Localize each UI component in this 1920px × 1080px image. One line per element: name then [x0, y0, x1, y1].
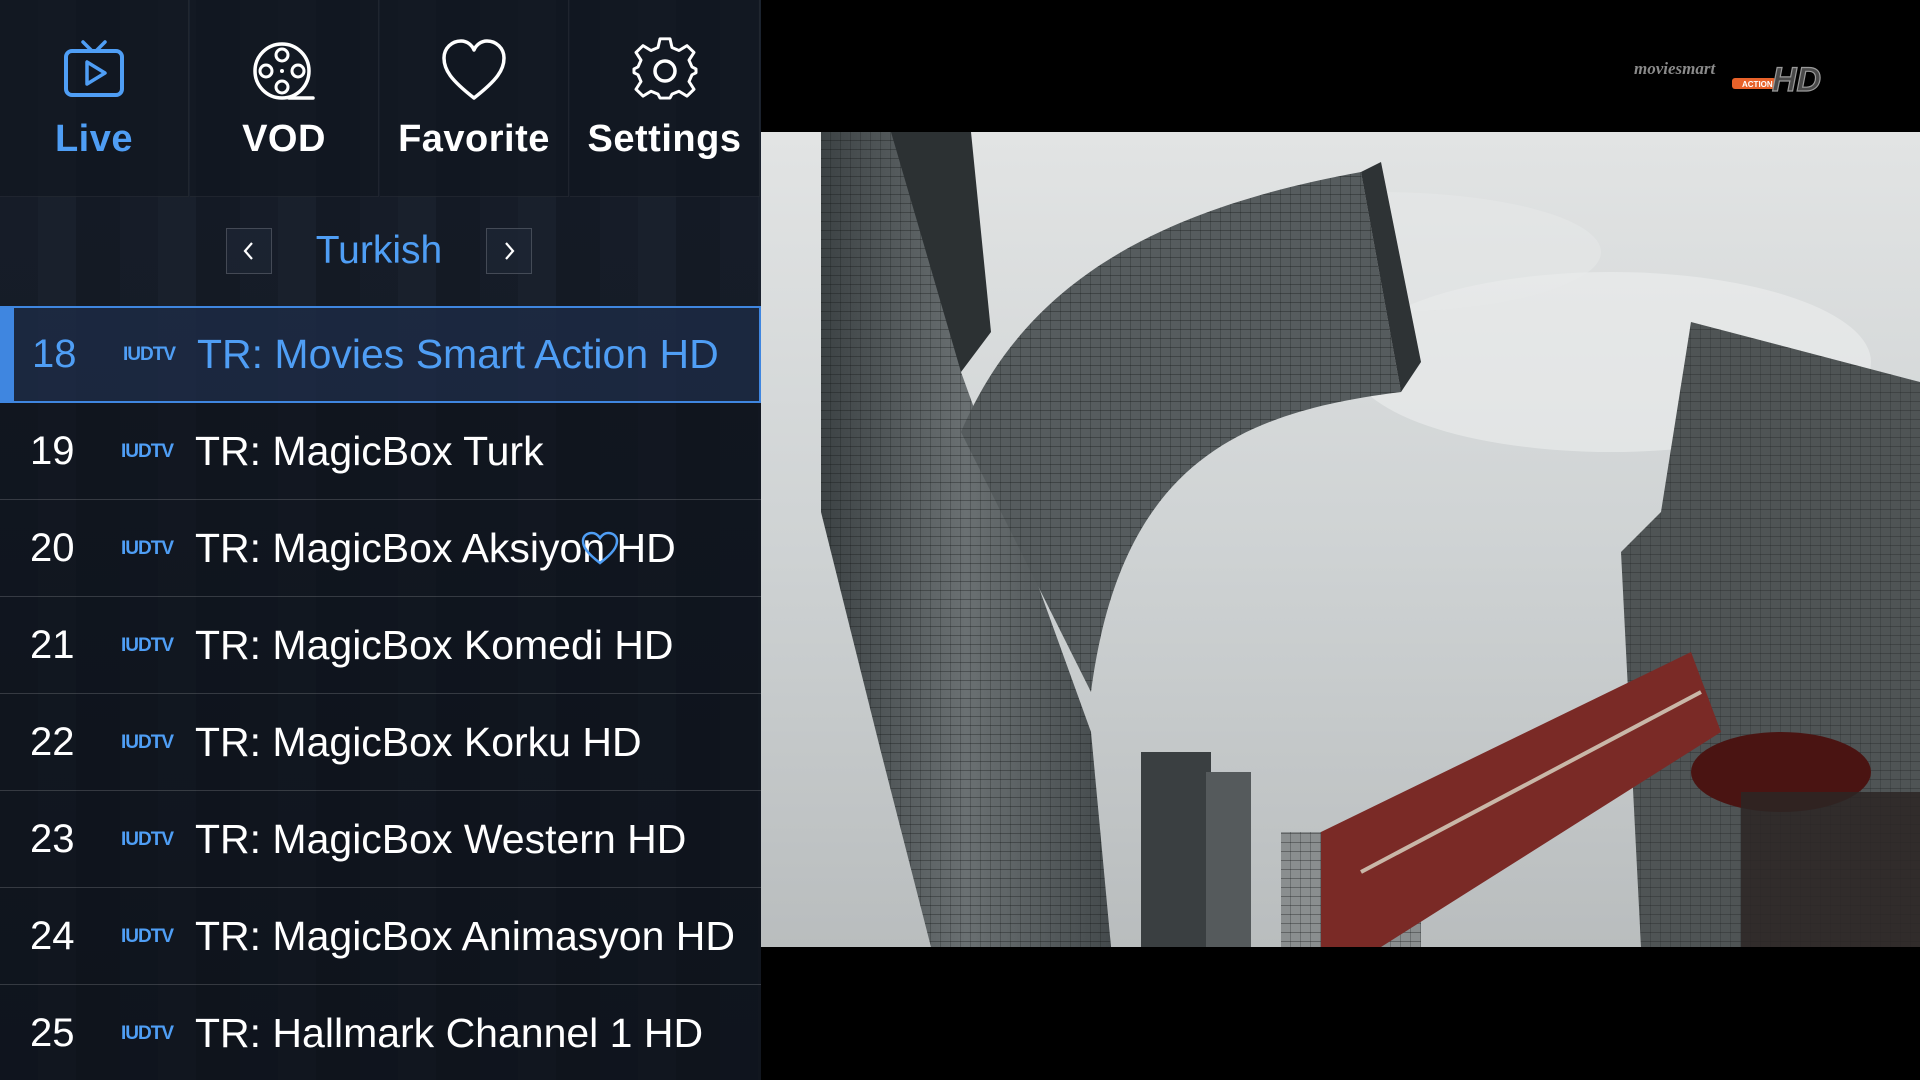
channel-number: 24: [30, 914, 75, 958]
channel-name: TR: MagicBox Animasyon HD: [195, 913, 736, 959]
svg-text:ACTION: ACTION: [1742, 80, 1773, 89]
channel-row[interactable]: 18 IUDTV TR: Movies Smart Action HD: [0, 306, 761, 403]
category-next-button[interactable]: [486, 228, 532, 274]
channel-name: TR: MagicBox Korku HD: [195, 719, 642, 765]
channel-number: 25: [30, 1011, 75, 1055]
nav-live-button[interactable]: Live: [0, 0, 189, 197]
channel-logo: IUDTV: [123, 344, 176, 365]
gear-icon: [632, 37, 697, 100]
chevron-left-icon: [243, 242, 253, 260]
channel-panel: Live VOD Favorite Settings Turkish 18 IU…: [0, 0, 761, 1080]
nav-live-label: Live: [54, 118, 134, 160]
category-title: Turkish: [315, 229, 443, 272]
heart-icon: [442, 39, 506, 100]
channel-number: 23: [30, 817, 75, 861]
channel-row[interactable]: 25 IUDTV TR: Hallmark Channel 1 HD: [0, 985, 761, 1080]
svg-text:moviesmart: moviesmart: [1634, 59, 1716, 78]
channel-name: TR: MagicBox Western HD: [195, 816, 687, 862]
category-bar: Turkish: [0, 198, 761, 306]
channel-name: TR: MagicBox Komedi HD: [195, 622, 674, 668]
nav-favorite-label: Favorite: [398, 118, 550, 160]
channel-logo: IUDTV: [121, 829, 174, 850]
nav-vod-button[interactable]: VOD: [190, 0, 379, 197]
channel-name: TR: Hallmark Channel 1 HD: [195, 1010, 704, 1056]
channel-name: TR: Movies Smart Action HD: [197, 331, 719, 377]
channel-row[interactable]: 23 IUDTV TR: MagicBox Western HD: [0, 791, 761, 888]
nav-settings-button[interactable]: Settings: [570, 0, 760, 197]
channel-logo: IUDTV: [121, 635, 174, 656]
film-reel-icon: [253, 42, 315, 100]
category-prev-button[interactable]: [226, 228, 272, 274]
channel-number: 20: [30, 526, 75, 570]
channel-row[interactable]: 21 IUDTV TR: MagicBox Komedi HD: [0, 597, 761, 694]
top-navigation: Live VOD Favorite Settings: [0, 0, 761, 198]
favorite-heart-icon: [581, 531, 619, 565]
nav-vod-label: VOD: [242, 118, 326, 160]
channel-logo: IUDTV: [121, 926, 174, 947]
channel-row[interactable]: 20 IUDTV TR: MagicBox Aksiyon HD: [0, 500, 761, 597]
channel-number: 19: [30, 429, 75, 473]
nav-favorite-button[interactable]: Favorite: [380, 0, 569, 197]
channel-number: 21: [30, 623, 75, 667]
channel-logo: IUDTV: [121, 441, 174, 462]
channel-row[interactable]: 19 IUDTV TR: MagicBox Turk: [0, 403, 761, 500]
svg-text:HD: HD: [1772, 61, 1821, 96]
video-player[interactable]: moviesmart ACTION HD: [761, 0, 1920, 1080]
tv-play-icon: [64, 40, 124, 97]
channel-logo: IUDTV: [121, 1023, 174, 1044]
channel-name: TR: MagicBox Turk: [195, 428, 544, 474]
channel-logo: IUDTV: [121, 732, 174, 753]
channel-row[interactable]: 22 IUDTV TR: MagicBox Korku HD: [0, 694, 761, 791]
chevron-right-icon: [505, 242, 515, 260]
channel-watermark-logo: moviesmart ACTION HD: [1634, 59, 1822, 96]
channel-list: 18 IUDTV TR: Movies Smart Action HD 19 I…: [0, 306, 761, 1080]
channel-row[interactable]: 24 IUDTV TR: MagicBox Animasyon HD: [0, 888, 761, 985]
channel-logo: IUDTV: [121, 538, 174, 559]
channel-number: 18: [32, 332, 77, 376]
channel-number: 22: [30, 720, 75, 764]
video-frame: [761, 132, 1920, 947]
nav-settings-label: Settings: [587, 118, 742, 160]
